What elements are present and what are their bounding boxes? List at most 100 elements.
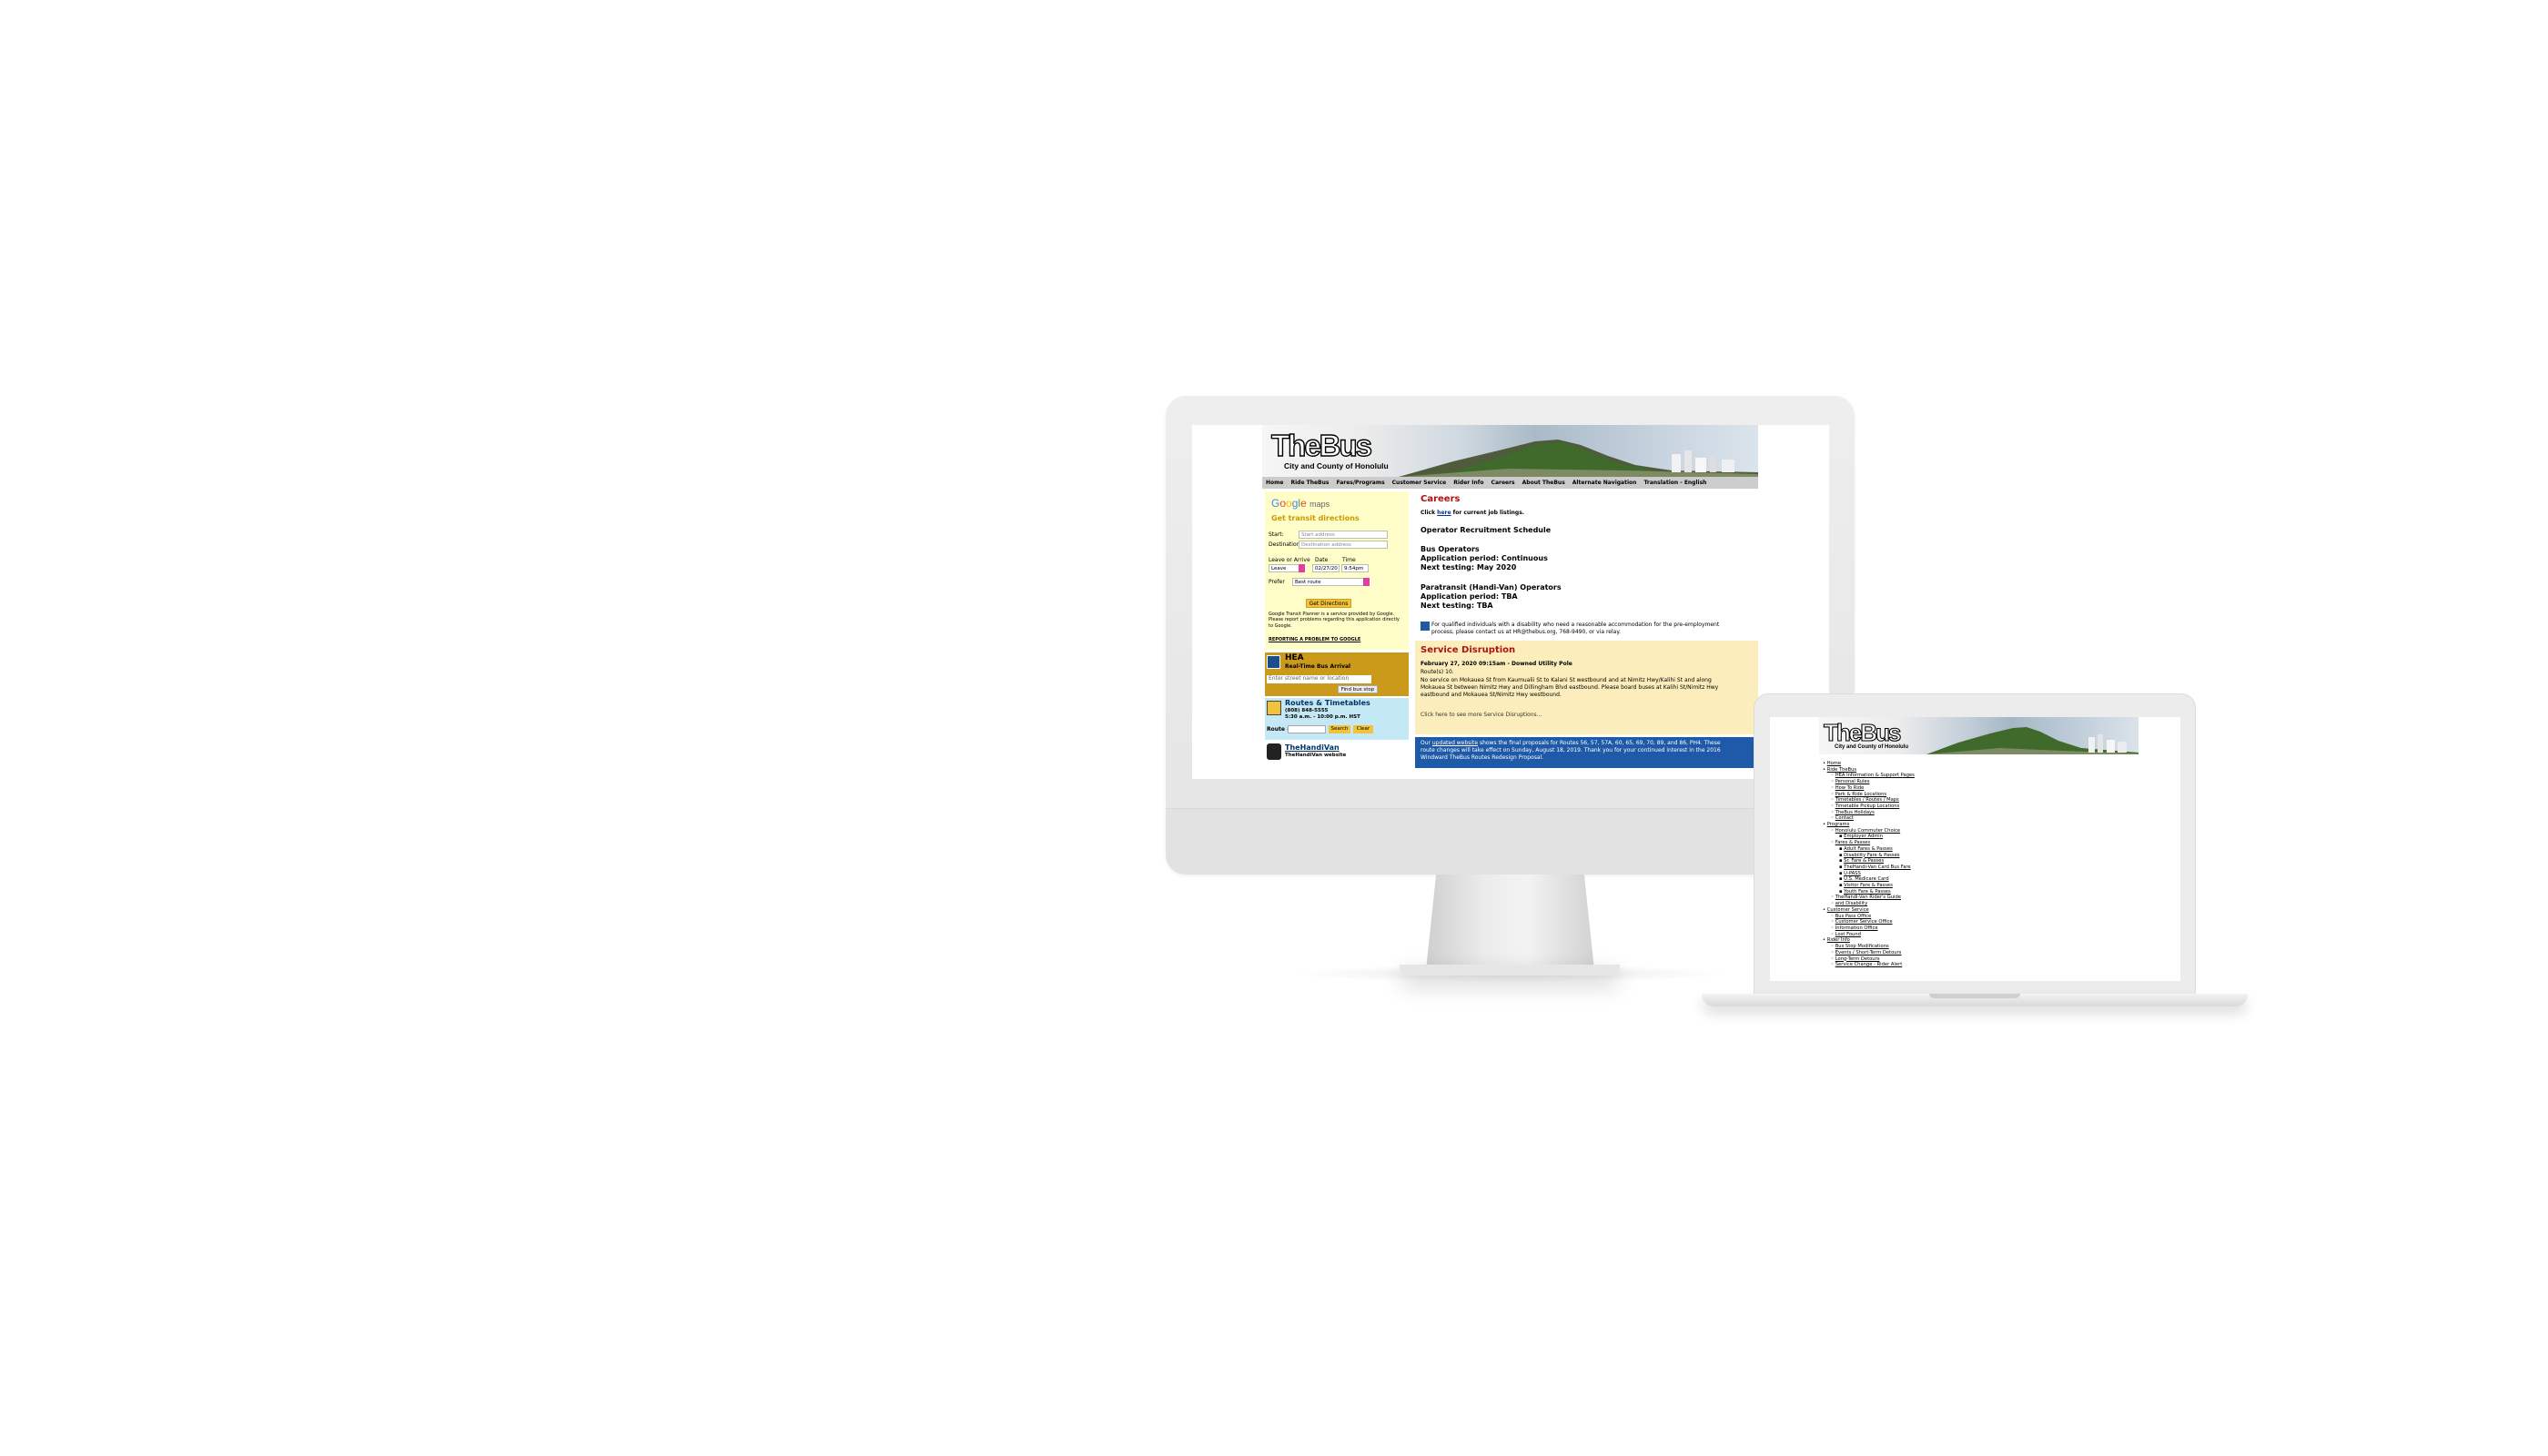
more-disruptions-link[interactable]: Click here to see more Service Disruptio…: [1421, 712, 1542, 719]
nav-home[interactable]: Home: [1266, 480, 1283, 486]
nav-careers[interactable]: Careers: [1491, 480, 1515, 486]
list-item[interactable]: ◦ Timetable Pickup Locations: [1823, 804, 2005, 810]
logo-subtitle: City and County of Honolulu: [1284, 461, 1389, 470]
list-item[interactable]: ◦ TheBus Holidays: [1823, 810, 2005, 816]
nav-ride-thebus[interactable]: Ride TheBus: [1290, 480, 1329, 486]
accessibility-icon: [1421, 622, 1430, 631]
list-item[interactable]: ▪ Adult Fares & Passes: [1823, 846, 2005, 853]
prefer-select[interactable]: Best route: [1292, 578, 1370, 586]
report-problem-link[interactable]: REPORTING A PROBLEM TO GOOGLE: [1269, 637, 1360, 642]
disruption-date: February 27, 2020 09:15am - Downed Utili…: [1421, 661, 1572, 667]
nav-translation[interactable]: Translation - English: [1643, 480, 1706, 486]
google-transit-widget: Google maps Get transit directions Start…: [1265, 491, 1409, 650]
list-item[interactable]: ▪ U-PASS: [1823, 871, 2005, 877]
recruitment-schedule-heading: Operator Recruitment Schedule: [1421, 526, 1552, 534]
redesign-notice-text: Our updated website shows the final prop…: [1421, 740, 1721, 761]
job-listings-link[interactable]: here: [1437, 510, 1451, 516]
left-sidebar: Google maps Get transit directions Start…: [1262, 489, 1411, 779]
route-clear-button[interactable]: Clear: [1353, 725, 1373, 733]
date-input[interactable]: 02/27/20: [1312, 564, 1340, 572]
hea-title[interactable]: HEA: [1285, 653, 1304, 662]
list-item[interactable]: ◦ Timetables / Routes / Maps: [1823, 797, 2005, 804]
paratransit-operators-info: Paratransit (Handi-Van) Operators Applica…: [1421, 583, 1562, 610]
list-item[interactable]: • Rider Info: [1823, 937, 2005, 944]
nav-rider-info[interactable]: Rider Info: [1453, 480, 1483, 486]
disruption-routes: Route(s) 10.: [1421, 669, 1454, 675]
list-item[interactable]: ◦ Bus Stop Modifications: [1823, 944, 2005, 950]
thebus-logo[interactable]: TheBus: [1823, 720, 1901, 744]
timetable-icon: [1267, 701, 1281, 715]
prefer-label: Prefer: [1269, 579, 1285, 585]
routes-title[interactable]: Routes & Timetables: [1285, 699, 1370, 707]
list-item[interactable]: ▪ Disability Fare & Passes: [1823, 853, 2005, 859]
list-item[interactable]: ◦ Lost Found: [1823, 932, 2005, 938]
list-item[interactable]: ◦ Fares & Passes: [1823, 840, 2005, 846]
hea-widget: HEA Real-Time Bus Arrival Enter street n…: [1265, 652, 1409, 696]
chevron-down-icon[interactable]: [1299, 564, 1305, 572]
list-item[interactable]: ▪ Youth Fare & Passes: [1823, 889, 2005, 895]
list-item[interactable]: • Ride TheBus: [1823, 767, 2005, 774]
chevron-down-icon[interactable]: [1363, 578, 1370, 586]
list-item[interactable]: ◦ Park & Ride Locations: [1823, 792, 2005, 798]
laptop-screen: TheBus City and County of Honolulu • Hom…: [1770, 717, 2180, 981]
list-item[interactable]: ▪ Visitor Fare & Passes: [1823, 883, 2005, 889]
time-input[interactable]: 9:54pm: [1341, 564, 1369, 572]
main-nav: Home Ride TheBus Fares/Programs Customer…: [1262, 477, 1758, 489]
logo-subtitle: City and County of Honolulu: [1835, 744, 1908, 750]
list-item[interactable]: ◦ Customer Service Office: [1823, 919, 2005, 925]
service-disruption-heading: Service Disruption: [1421, 645, 1516, 655]
nav-customer-service[interactable]: Customer Service: [1392, 480, 1447, 486]
transit-directions-title: Get transit directions: [1271, 514, 1360, 522]
laptop-site-banner: TheBus City and County of Honolulu: [1819, 717, 2138, 754]
find-bus-stop-button[interactable]: Find bus stop: [1338, 685, 1378, 693]
list-item[interactable]: ◦ HEA Information & Support Pages: [1823, 773, 2005, 779]
list-item[interactable]: ▪ Employer Admin: [1823, 834, 2005, 840]
list-item[interactable]: ▪ Sr. Fare & Passes: [1823, 858, 2005, 864]
destination-input[interactable]: Destination address: [1299, 541, 1388, 549]
list-item[interactable]: ◦ TheHandi-Van Rider's Guide: [1823, 895, 2005, 901]
updated-website-link[interactable]: updated website: [1432, 740, 1478, 746]
nav-alternate-navigation[interactable]: Alternate Navigation: [1572, 480, 1637, 486]
thebus-website: TheBus City and County of Honolulu Home …: [1262, 425, 1758, 779]
list-item[interactable]: ◦ Contact: [1823, 815, 2005, 822]
route-search-button[interactable]: Search: [1329, 725, 1350, 733]
list-item[interactable]: ◦ Honolulu Commuter Choice: [1823, 828, 2005, 834]
google-maps-logo: Google maps: [1271, 497, 1330, 510]
hea-location-input[interactable]: Enter street name or location: [1267, 675, 1371, 683]
diamond-head-image: [1399, 440, 1758, 477]
list-item[interactable]: ◦ Service Change - Rider Alert: [1823, 962, 2005, 968]
route-number-input[interactable]: [1288, 725, 1326, 733]
list-item[interactable]: • Home: [1823, 761, 2005, 767]
redesign-notice: Our updated website shows the final prop…: [1415, 737, 1758, 768]
job-listings-text: Click here for current job listings.: [1421, 510, 1525, 516]
handivan-subtitle: TheHandiVan website: [1285, 753, 1347, 758]
accommodation-text: For qualified individuals with a disabil…: [1431, 622, 1720, 635]
start-label: Start:: [1269, 531, 1284, 538]
alternate-navigation-list: • Home • Ride TheBus ◦ HEA Information & S…: [1823, 761, 2005, 968]
list-item[interactable]: ◦ Information Office: [1823, 925, 2005, 932]
list-item[interactable]: • Customer Service: [1823, 907, 2005, 914]
nav-about-thebus[interactable]: About TheBus: [1522, 480, 1565, 486]
list-item[interactable]: ◦ How To Ride: [1823, 785, 2005, 792]
list-item[interactable]: ▪ U.S. Medicare Card: [1823, 876, 2005, 883]
imac-screen: TheBus City and County of Honolulu Home …: [1192, 425, 1829, 779]
list-item[interactable]: ◦ Personal Rules: [1823, 779, 2005, 785]
list-item[interactable]: ◦ Long-Term Detours: [1823, 956, 2005, 963]
get-directions-button[interactable]: Get Directions: [1306, 599, 1351, 608]
main-content: Careers Click here for current job listi…: [1415, 489, 1758, 779]
list-item[interactable]: • Programs: [1823, 822, 2005, 828]
laptop-notch: [1929, 994, 2020, 998]
routes-timetables-widget: Routes & Timetables (808) 848-5555 5:30 a…: [1265, 698, 1409, 740]
handivan-link[interactable]: TheHandiVan: [1285, 743, 1340, 752]
start-input[interactable]: Start address: [1299, 531, 1388, 539]
list-item[interactable]: ▪ TheHandi-Van Card Bus Fare: [1823, 864, 2005, 871]
diamond-head-image: [1926, 727, 2138, 754]
list-item[interactable]: ◦ Bus Pass Office: [1823, 914, 2005, 920]
careers-section: Careers Click here for current job listi…: [1415, 489, 1758, 640]
list-item[interactable]: ◦ and Disability: [1823, 901, 2005, 907]
nav-fares-programs[interactable]: Fares/Programs: [1336, 480, 1384, 486]
thebus-logo[interactable]: TheBus: [1270, 430, 1372, 460]
bus-icon: [1267, 743, 1281, 760]
careers-heading: Careers: [1421, 494, 1461, 504]
list-item[interactable]: ◦ Events / Short-Term Detours: [1823, 950, 2005, 956]
